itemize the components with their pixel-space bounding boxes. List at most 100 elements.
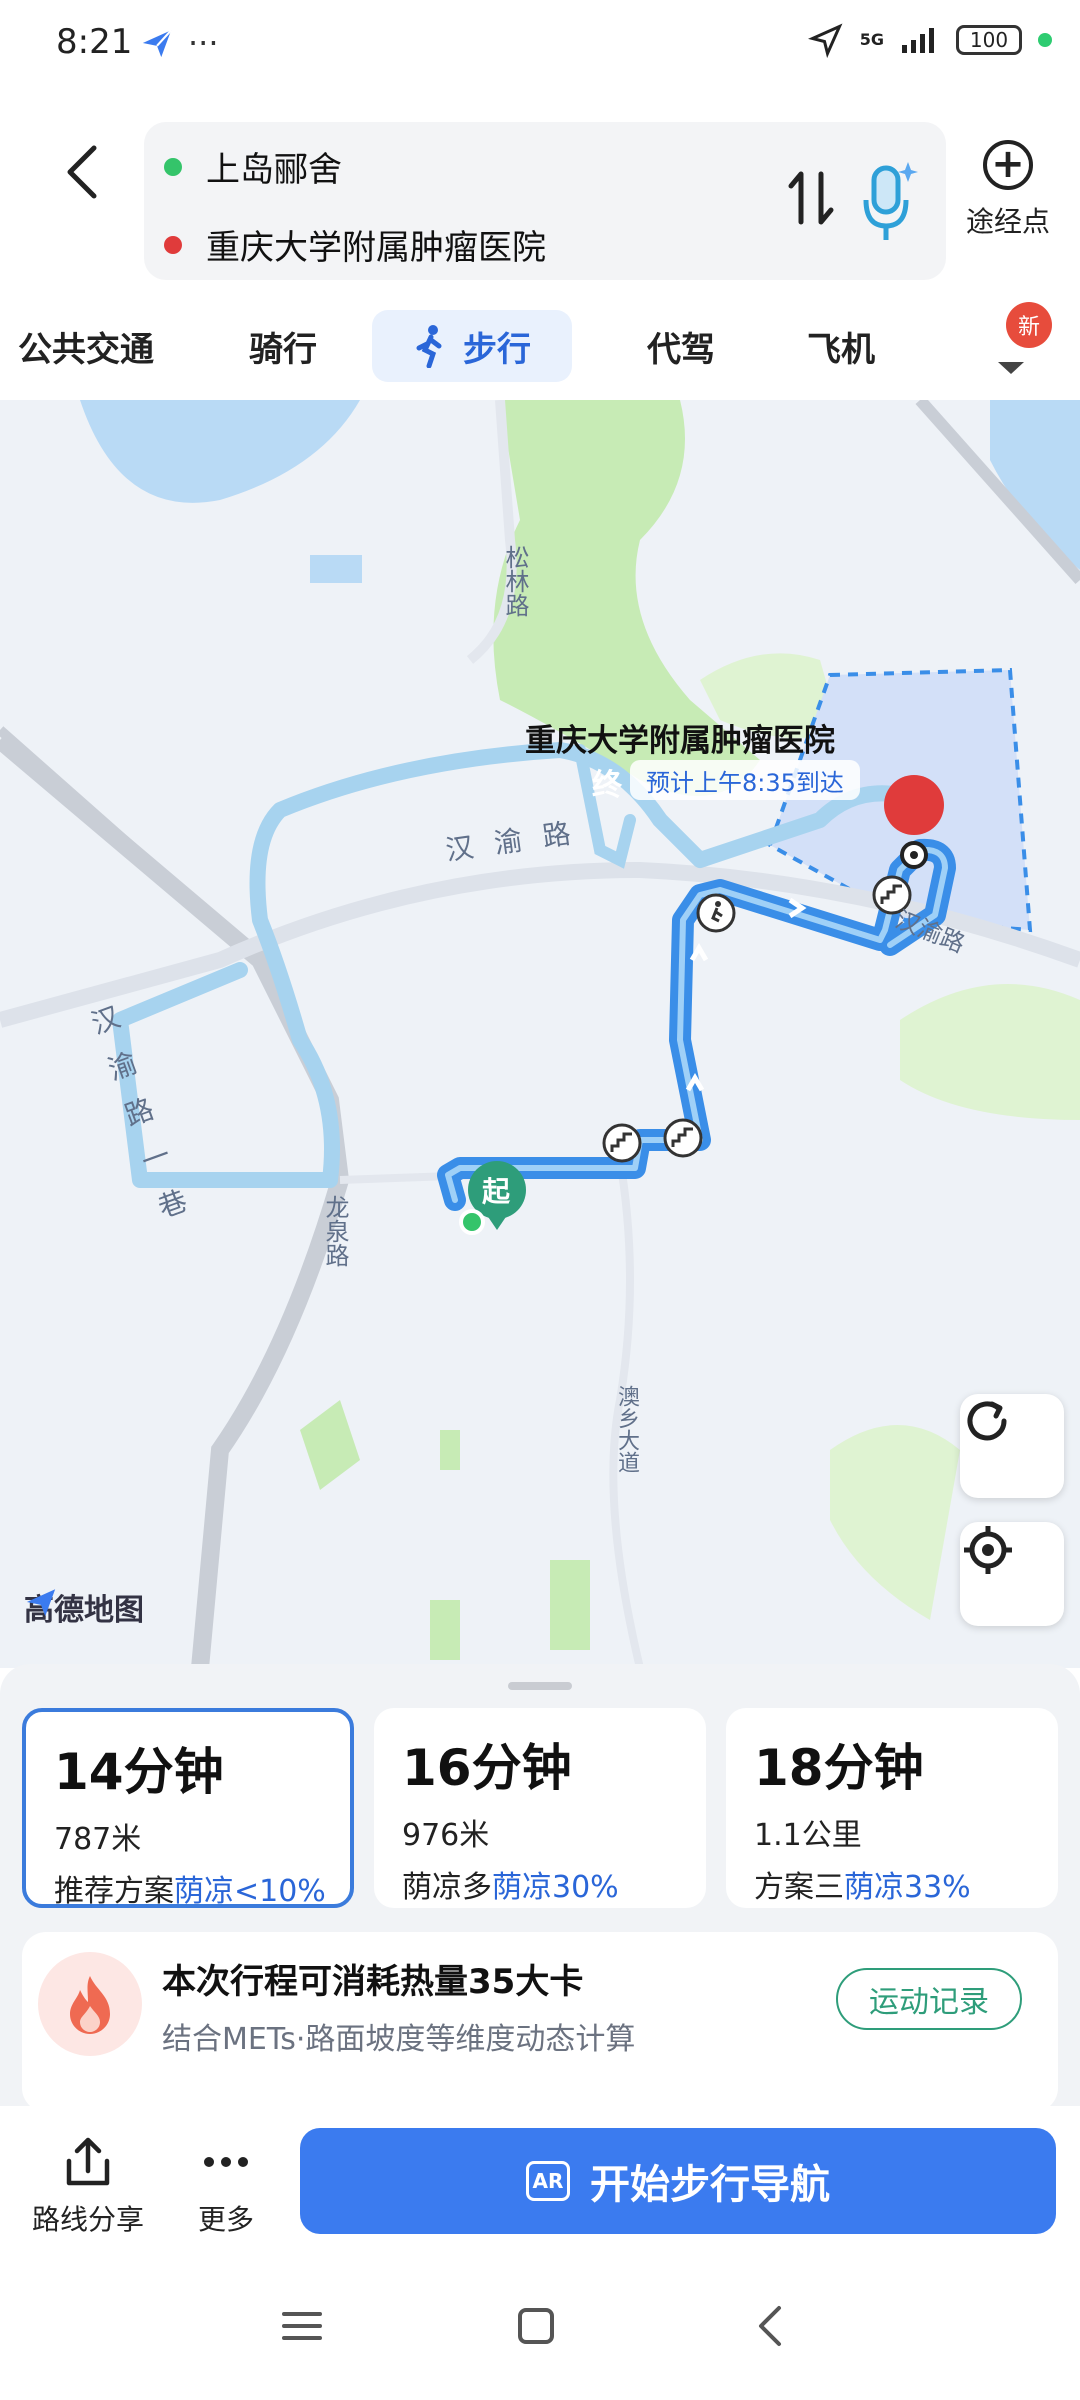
swap-arrows-icon bbox=[788, 171, 834, 225]
end-point-text: 重庆大学附属肿瘤医院 bbox=[206, 228, 546, 268]
plan-time: 14分钟 bbox=[54, 1743, 224, 1801]
flame-icon bbox=[70, 1976, 110, 2034]
road-label-aoxiang: 澳乡大道 bbox=[614, 1385, 639, 1473]
plan-shade: 荫凉30% bbox=[492, 1870, 619, 1905]
tab-label: 公共交通 bbox=[18, 329, 154, 370]
plan-tag-label: 推荐方案 bbox=[54, 1874, 174, 1909]
walking-person-icon bbox=[416, 325, 442, 368]
refresh-button[interactable] bbox=[960, 1394, 1064, 1498]
menu-nav-button[interactable] bbox=[262, 2296, 342, 2356]
plan-tag: 方案三荫凉33% bbox=[754, 1862, 1030, 1906]
eta-chip: 预计上午8:35到达 bbox=[630, 760, 860, 800]
start-point-field[interactable]: 上岛郦舍 bbox=[164, 142, 342, 191]
tab-flight[interactable]: 飞机 bbox=[776, 310, 906, 382]
add-waypoint-button[interactable]: + 途经点 bbox=[958, 140, 1058, 240]
road-label-longquan: 龙泉路 bbox=[321, 1195, 349, 1267]
calorie-title: 本次行程可消耗热量35大卡 bbox=[162, 1962, 584, 2002]
stairs-icon bbox=[602, 1123, 642, 1163]
plan-shade: 荫凉33% bbox=[844, 1870, 971, 1905]
back-chevron-icon bbox=[759, 2306, 781, 2346]
status-bar: 8:21 ··· 5G 100 bbox=[0, 0, 1080, 92]
end-dot-icon bbox=[164, 235, 182, 254]
status-left-icons: ··· bbox=[140, 24, 219, 62]
status-time: 8:21 bbox=[56, 22, 133, 62]
tab-label: 骑行 bbox=[249, 329, 317, 370]
start-point-text: 上岛郦舍 bbox=[206, 150, 342, 190]
tab-label: 代驾 bbox=[647, 329, 715, 370]
plan-card[interactable]: 16分钟 976米 荫凉多荫凉30% bbox=[374, 1708, 706, 1908]
privacy-dot-icon bbox=[1038, 33, 1052, 47]
voice-input-button[interactable] bbox=[858, 156, 918, 246]
locate-icon bbox=[964, 1526, 1012, 1574]
swap-button[interactable] bbox=[786, 168, 836, 241]
amap-arrow-icon bbox=[26, 1589, 56, 1617]
amap-logo: 高德地图 bbox=[24, 1585, 144, 1629]
system-nav-bar bbox=[0, 2256, 1080, 2400]
sheet-grabber[interactable] bbox=[508, 1682, 572, 1690]
map-view[interactable]: 终 起 重庆大学附属肿瘤医院 预计上午8:35到达 松林路 汉 渝 路 汉渝路 … bbox=[0, 400, 1080, 1668]
refresh-icon bbox=[967, 1401, 1007, 1441]
bottom-action-bar: 路线分享 更多 AR 开始步行导航 bbox=[0, 2106, 1080, 2256]
calorie-subtitle: 结合METs·路面坡度等维度动态计算 bbox=[162, 2022, 636, 2057]
fire-icon bbox=[38, 1952, 142, 2056]
tab-chauffeur[interactable]: 代驾 bbox=[616, 310, 746, 382]
map-canvas bbox=[0, 400, 1080, 1668]
back-nav-button[interactable] bbox=[730, 2296, 810, 2356]
menu-icon bbox=[282, 2312, 322, 2340]
more-button[interactable]: 更多 bbox=[176, 2134, 276, 2238]
plan-distance: 1.1公里 bbox=[754, 1818, 862, 1853]
tab-walking[interactable]: 步行 bbox=[372, 310, 572, 382]
paper-plane-icon bbox=[142, 29, 172, 58]
start-dot-icon bbox=[164, 157, 182, 176]
plan-distance: 976米 bbox=[402, 1818, 490, 1853]
plan-card[interactable]: 18分钟 1.1公里 方案三荫凉33% bbox=[726, 1708, 1058, 1908]
plan-time: 18分钟 bbox=[754, 1739, 924, 1797]
location-arrow-icon bbox=[807, 23, 843, 58]
new-badge: 新 bbox=[1006, 302, 1052, 348]
ar-icon: AR bbox=[526, 2161, 570, 2201]
start-marker-label: 起 bbox=[482, 1175, 511, 1208]
home-square-icon bbox=[518, 2308, 554, 2344]
more-dots-icon bbox=[176, 2134, 276, 2190]
plus-icon: + bbox=[983, 140, 1033, 190]
destination-map-label: 重庆大学附属肿瘤医院 bbox=[525, 723, 835, 759]
status-overflow-icon: ··· bbox=[188, 24, 219, 62]
plan-tag: 推荐方案荫凉<10% bbox=[54, 1866, 326, 1910]
signal-icon bbox=[902, 28, 934, 53]
back-arrow-icon bbox=[67, 145, 97, 199]
plan-distance: 787米 bbox=[54, 1822, 142, 1857]
route-input-box: 上岛郦舍 重庆大学附属肿瘤医院 bbox=[144, 122, 946, 280]
share-route-button[interactable]: 路线分享 bbox=[28, 2134, 148, 2238]
battery-indicator: 100 bbox=[956, 25, 1022, 55]
pedestrian-crossing-icon bbox=[696, 893, 736, 933]
waypoint-label: 途经点 bbox=[965, 205, 1050, 238]
microphone-icon bbox=[863, 162, 918, 240]
share-icon bbox=[28, 2134, 148, 2190]
tab-label: 步行 bbox=[463, 329, 531, 370]
plan-tag-label: 荫凉多 bbox=[402, 1870, 492, 1905]
back-button[interactable] bbox=[52, 132, 112, 212]
transport-mode-tabs: 公共交通 骑行 步行 代驾 飞机 bbox=[0, 298, 1080, 398]
start-nav-label: 开始步行导航 bbox=[590, 2162, 830, 2208]
stairs-icon bbox=[663, 1118, 703, 1158]
plan-tag-label: 方案三 bbox=[754, 1870, 844, 1905]
road-label-songlin: 松林路 bbox=[501, 545, 529, 617]
end-marker-label: 终 bbox=[592, 768, 622, 803]
end-point-field[interactable]: 重庆大学附属肿瘤医院 bbox=[164, 220, 546, 269]
home-nav-button[interactable] bbox=[496, 2296, 576, 2356]
start-walk-navigation-button[interactable]: AR 开始步行导航 bbox=[300, 2128, 1056, 2234]
sport-record-button[interactable]: 运动记录 bbox=[836, 1968, 1022, 2030]
calorie-card: 本次行程可消耗热量35大卡 结合METs·路面坡度等维度动态计算 运动记录 bbox=[22, 1932, 1058, 2112]
plan-time: 16分钟 bbox=[402, 1739, 572, 1797]
tab-label: 飞机 bbox=[807, 329, 875, 370]
route-plans-sheet: 14分钟 787米 推荐方案荫凉<10% 16分钟 976米 荫凉多荫凉30% … bbox=[0, 1664, 1080, 2112]
tab-public-transit[interactable]: 公共交通 bbox=[18, 310, 168, 382]
more-label: 更多 bbox=[197, 2203, 254, 2236]
tab-cycling[interactable]: 骑行 bbox=[218, 310, 348, 382]
share-label: 路线分享 bbox=[31, 2203, 144, 2236]
locate-button[interactable] bbox=[960, 1522, 1064, 1626]
plan-card[interactable]: 14分钟 787米 推荐方案荫凉<10% bbox=[22, 1708, 354, 1910]
plan-shade: 荫凉<10% bbox=[174, 1874, 326, 1909]
network-label: 5G bbox=[859, 30, 884, 49]
status-right: 5G 100 bbox=[807, 22, 1052, 58]
